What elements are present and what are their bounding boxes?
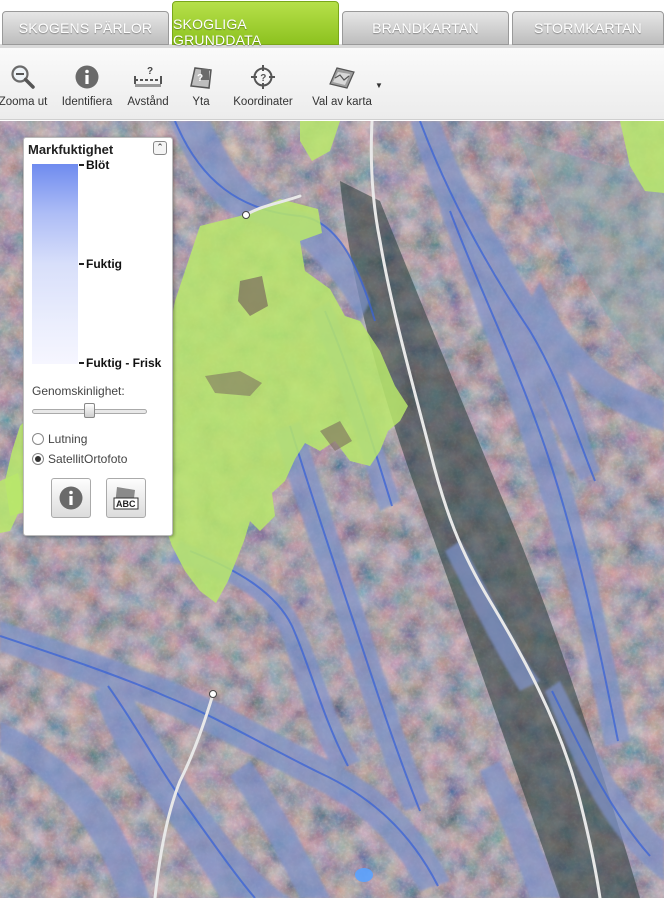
label-layer-icon: ABC (113, 487, 139, 510)
base-option-lutning[interactable]: Lutning (32, 432, 87, 446)
collapse-icon[interactable]: ⌃ (153, 141, 167, 155)
radio-lutning[interactable] (32, 433, 44, 445)
tool-label: Yta (192, 96, 210, 108)
radio-label: SatellitOrtofoto (48, 452, 128, 466)
radio-satellit[interactable] (32, 453, 44, 465)
distance-button[interactable]: ? Avstånd (126, 62, 170, 108)
map-select-button[interactable]: Val av karta (310, 62, 374, 108)
tab-skogliga-grunddata[interactable]: Skogliga grunddata (172, 1, 339, 48)
base-option-satellit[interactable]: SatellitOrtofoto (32, 452, 127, 466)
ramp-tick (79, 362, 84, 364)
tab-label: Brandkartan (372, 20, 479, 36)
legend-panel: Markfuktighet ⌃ Blöt Fuktig Fuktig - Fri… (23, 137, 173, 536)
crosshair-icon: ? (248, 62, 278, 92)
tool-label: Koordinater (233, 96, 293, 108)
legend-class-label: Blöt (86, 158, 110, 172)
ramp-tick (79, 164, 84, 166)
svg-text:?: ? (147, 66, 153, 77)
moisture-color-ramp (32, 164, 78, 364)
legend-title: Markfuktighet (28, 142, 114, 157)
zoom-out-button[interactable]: Zooma ut (0, 62, 48, 108)
tab-brandkartan[interactable]: Brandkartan (342, 11, 509, 45)
map-toolbar: Zooma ut Identifiera ? Avstånd ? Yta ? K… (0, 48, 664, 120)
legend-info-button[interactable] (51, 478, 91, 518)
svg-text:?: ? (197, 73, 203, 84)
zoom-out-icon (8, 62, 38, 92)
coordinates-button[interactable]: ? Koordinater (233, 62, 293, 108)
info-icon (59, 486, 83, 510)
measure-area-icon: ? (186, 62, 216, 92)
tab-stormkartan[interactable]: Stormkartan (512, 11, 664, 45)
legend-class-label: Fuktig (86, 257, 122, 271)
identify-button[interactable]: Identifiera (60, 62, 114, 108)
dropdown-arrow-icon[interactable]: ▼ (375, 81, 383, 90)
opacity-slider-handle[interactable] (84, 403, 95, 418)
ramp-tick (79, 263, 84, 265)
tool-label: Identifiera (61, 96, 113, 108)
tab-label: Skogliga grunddata (173, 16, 262, 48)
tab-label: Skogens pärlor (18, 20, 153, 36)
tool-label: Val av karta (312, 96, 372, 108)
tab-skogens-parlor[interactable]: Skogens pärlor (2, 11, 169, 45)
tool-label: Avstånd (127, 96, 169, 108)
area-button[interactable]: ? Yta (186, 62, 216, 108)
measure-distance-icon: ? (133, 62, 163, 92)
opacity-label: Genomskinlighet: (32, 384, 125, 398)
label-toggle-button[interactable]: ABC (106, 478, 146, 518)
legend-class-label: Fuktig - Frisk (86, 356, 162, 370)
tab-bar: Skogens pärlor Skogliga grunddata Brandk… (0, 0, 664, 48)
svg-text:?: ? (260, 73, 266, 84)
svg-text:ABC: ABC (116, 499, 136, 509)
tab-label: Stormkartan (534, 20, 642, 36)
info-icon (72, 62, 102, 92)
tool-label: Zooma ut (0, 96, 48, 108)
map-layers-icon (327, 62, 357, 92)
radio-label: Lutning (48, 432, 88, 446)
